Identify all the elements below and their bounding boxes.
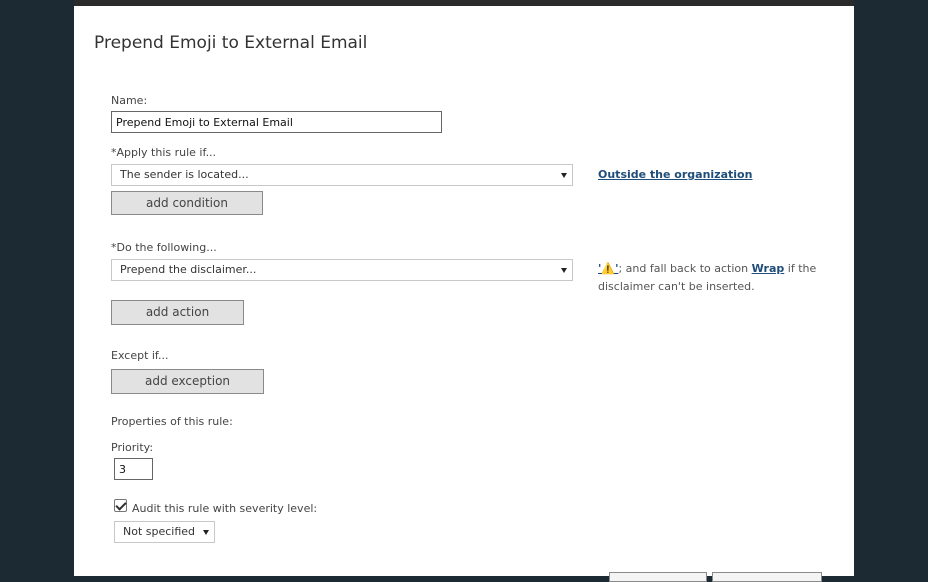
action-select[interactable]: Prepend the disclaimer... bbox=[111, 259, 573, 281]
action-select-value: Prepend the disclaimer... bbox=[120, 263, 257, 276]
properties-label: Properties of this rule: bbox=[111, 415, 233, 428]
save-button[interactable] bbox=[609, 572, 707, 582]
name-input[interactable] bbox=[111, 111, 442, 133]
checkmark-icon bbox=[115, 499, 127, 511]
rule-dialog: Prepend Emoji to External Email Name: *A… bbox=[74, 6, 854, 582]
dialog-title: Prepend Emoji to External Email bbox=[94, 33, 368, 53]
disclaimer-text-link[interactable]: '⚠️' bbox=[598, 262, 618, 275]
cancel-button[interactable] bbox=[712, 572, 822, 582]
add-condition-button[interactable]: add condition bbox=[111, 191, 263, 215]
priority-label: Priority: bbox=[111, 441, 154, 454]
action-desc-text-1: ; and fall back to action bbox=[618, 262, 752, 275]
severity-select[interactable]: Not specified bbox=[114, 521, 215, 543]
condition-select[interactable]: The sender is located... bbox=[111, 164, 573, 186]
condition-value-link[interactable]: Outside the organization bbox=[598, 168, 752, 181]
audit-label: Audit this rule with severity level: bbox=[132, 502, 318, 515]
condition-label: *Apply this rule if... bbox=[111, 146, 217, 159]
chevron-down-icon bbox=[561, 268, 567, 273]
exception-label: Except if... bbox=[111, 349, 169, 362]
fallback-action-link[interactable]: Wrap bbox=[752, 262, 785, 275]
audit-checkbox[interactable] bbox=[114, 499, 127, 512]
add-exception-button[interactable]: add exception bbox=[111, 369, 264, 394]
action-label: *Do the following... bbox=[111, 241, 217, 254]
priority-input[interactable] bbox=[114, 458, 153, 480]
action-description: '⚠️'; and fall back to action Wrap if th… bbox=[598, 260, 818, 296]
condition-select-value: The sender is located... bbox=[120, 168, 249, 181]
severity-select-value: Not specified bbox=[123, 525, 196, 538]
chevron-down-icon bbox=[203, 530, 209, 535]
add-action-button[interactable]: add action bbox=[111, 300, 244, 325]
chevron-down-icon bbox=[561, 173, 567, 178]
name-label: Name: bbox=[111, 94, 148, 107]
